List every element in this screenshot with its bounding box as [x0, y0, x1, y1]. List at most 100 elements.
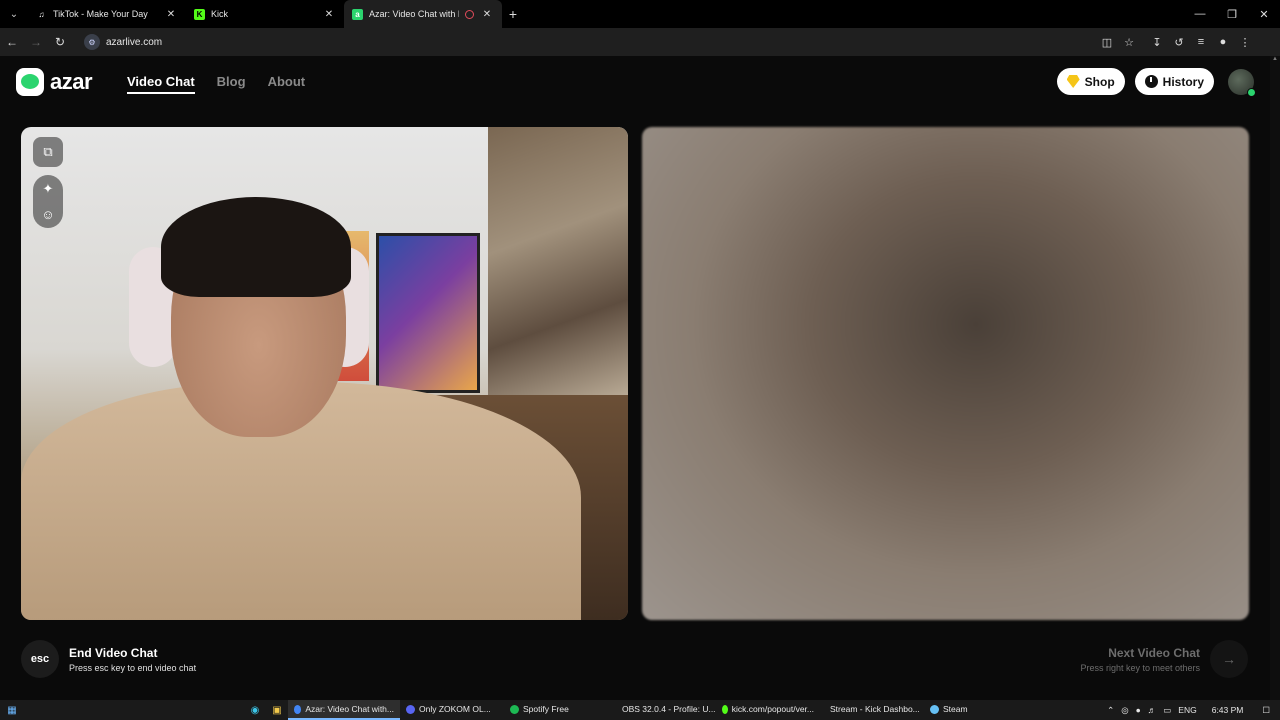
chrome-icon — [294, 704, 302, 714]
main-nav: Video Chat Blog About — [127, 74, 305, 94]
install-app-icon[interactable]: ◫ — [1096, 36, 1118, 49]
clock-icon — [1144, 75, 1158, 88]
avatar[interactable] — [1228, 68, 1256, 97]
site-info-icon[interactable]: ⚙ — [84, 34, 100, 50]
header-actions: Shop History — [1056, 68, 1256, 97]
reload-icon[interactable]: ↻ — [48, 35, 72, 49]
taskbar-app-label: kick.com/popout/ver... — [731, 704, 814, 714]
tray-chevron-icon[interactable]: ⌃ — [1107, 705, 1114, 716]
tab-title: Kick — [211, 9, 229, 19]
tab-tiktok[interactable]: ♫ TikTok - Make Your Day ✕ — [28, 0, 186, 28]
download-icon[interactable]: ↧ — [1146, 36, 1168, 49]
address-bar: ← → ↻ ⚙ azarlive.com ◫ ☆ ↧ ↺ ≡ ● ⋮ — [0, 28, 1280, 56]
taskbar-app-label: Only ZOKOM OL... — [419, 704, 491, 714]
taskbar-app[interactable]: Only ZOKOM OL... — [400, 700, 504, 720]
forward-icon[interactable]: → — [24, 35, 48, 49]
tray-app-icon[interactable]: ◎ — [1121, 705, 1128, 716]
taskbar-app-label: Spotify Free — [523, 704, 569, 714]
taskbar-app[interactable]: Azar: Video Chat with... — [288, 700, 400, 720]
nav-about[interactable]: About — [268, 74, 306, 94]
omnibox[interactable]: ⚙ azarlive.com ◫ ☆ — [80, 31, 1140, 53]
tab-search-icon[interactable]: ⌄ — [0, 0, 28, 28]
windows-start-icon[interactable]: ▦ — [0, 705, 24, 716]
shop-label: Shop — [1084, 74, 1115, 89]
end-chat-title: End Video Chat — [69, 645, 158, 660]
person-hair — [161, 197, 351, 297]
notification-icon[interactable]: ☐ — [1262, 705, 1270, 716]
taskbar-app[interactable]: OBS 32.0.4 - Profile: U... — [612, 700, 716, 720]
edge-icon[interactable]: ◉ — [244, 705, 266, 716]
microphone-icon[interactable]: ● — [1136, 705, 1141, 715]
end-chat-hint: Press esc key to end video chat — [69, 662, 197, 673]
taskbar-app[interactable]: Steam — [924, 700, 1028, 720]
taskbar: ▦ ◉ ▣ Azar: Video Chat with... Only ZOKOM… — [0, 700, 1280, 720]
profile-icon[interactable]: ● — [1212, 36, 1234, 49]
kick-icon: K — [194, 8, 205, 20]
maximize-icon[interactable]: ❐ — [1216, 8, 1248, 21]
window-close-icon[interactable]: ✕ — [1248, 8, 1280, 21]
esc-button[interactable]: esc — [21, 640, 59, 678]
taskbar-app-label: Steam — [943, 704, 968, 714]
history-button[interactable]: History — [1134, 68, 1214, 95]
azar-icon: a — [352, 8, 363, 20]
network-icon[interactable]: ▭ — [1163, 705, 1171, 716]
kick-icon — [722, 704, 728, 714]
taskbar-app[interactable]: Spotify Free — [504, 700, 612, 720]
new-tab-icon[interactable]: + — [502, 6, 524, 22]
speaker-icon[interactable]: ♬ — [1148, 705, 1157, 715]
scroll-up-icon[interactable]: ▲ — [1270, 56, 1280, 62]
minimize-icon[interactable]: — — [1184, 8, 1216, 21]
effects-toolbar: ✦ ☺ — [33, 175, 63, 228]
url-text[interactable]: azarlive.com — [106, 37, 162, 48]
shop-button[interactable]: Shop — [1056, 68, 1125, 95]
next-video-chat[interactable]: Next Video Chat Press right key to meet … — [1080, 640, 1248, 678]
taskbar-app-label: Azar: Video Chat with... — [305, 704, 394, 714]
sticker-face-icon[interactable]: ☺ — [41, 207, 54, 222]
tiktok-icon: ♫ — [38, 9, 45, 19]
gem-icon — [1066, 75, 1080, 88]
history-icon[interactable]: ↺ — [1168, 36, 1190, 49]
taskbar-app-label: Stream - Kick Dashbo... — [830, 704, 920, 714]
arrow-right-icon[interactable]: → — [1210, 640, 1248, 678]
minimize-video-icon[interactable]: ⧉ — [33, 137, 63, 167]
taskbar-app[interactable]: kick.com/popout/ver... — [716, 700, 820, 720]
browser-tab-bar: ⌄ ♫ TikTok - Make Your Day ✕ K Kick ✕ a … — [0, 0, 1280, 28]
azar-logo-icon — [16, 68, 44, 96]
online-status-icon — [1247, 87, 1256, 97]
menu-kebab-icon[interactable]: ⋮ — [1234, 36, 1256, 49]
next-chat-hint: Press right key to meet others — [1080, 662, 1200, 673]
tab-title: Azar: Video Chat with New — [369, 9, 459, 19]
language-indicator[interactable]: ENG — [1178, 705, 1196, 715]
video-tools: ⧉ ✦ ☺ — [33, 137, 63, 228]
back-icon[interactable]: ← — [0, 35, 24, 49]
azar-page: azar Video Chat Blog About Shop History … — [0, 56, 1280, 700]
clock-time[interactable]: 6:43 PM — [1212, 705, 1244, 715]
remote-video — [642, 127, 1249, 620]
close-icon[interactable]: ✕ — [480, 9, 494, 20]
taskbar-app[interactable]: Stream - Kick Dashbo... — [820, 700, 924, 720]
magic-wand-icon[interactable]: ✦ — [43, 181, 54, 197]
close-icon[interactable]: ✕ — [322, 9, 336, 20]
close-icon[interactable]: ✕ — [164, 9, 178, 20]
tab-title: TikTok - Make Your Day — [53, 9, 148, 19]
spotify-icon — [510, 704, 519, 714]
system-tray: ⌃ ◎ ● ♬ ▭ ENG 6:43 PM ☐ — [1107, 705, 1280, 716]
history-label: History — [1162, 74, 1204, 89]
tab-kick[interactable]: K Kick ✕ — [186, 0, 344, 28]
nav-video-chat[interactable]: Video Chat — [127, 74, 195, 94]
file-explorer-icon[interactable]: ▣ — [266, 705, 288, 716]
taskbar-app-label: OBS 32.0.4 - Profile: U... — [622, 704, 716, 714]
local-video: ⧉ ✦ ☺ — [21, 127, 628, 620]
bookmark-star-icon[interactable]: ☆ — [1118, 36, 1140, 49]
end-video-chat[interactable]: esc End Video Chat Press esc key to end … — [21, 640, 196, 678]
azar-logo[interactable]: azar — [16, 68, 93, 96]
next-chat-title: Next Video Chat — [1108, 645, 1200, 660]
wall-painting — [488, 127, 628, 395]
nav-blog[interactable]: Blog — [217, 74, 246, 94]
recording-icon — [465, 9, 474, 19]
tab-azar[interactable]: a Azar: Video Chat with New ✕ — [344, 0, 502, 28]
page-scrollbar[interactable]: ▲ — [1270, 56, 1280, 700]
logo-text: azar — [50, 69, 93, 94]
media-control-icon[interactable]: ≡ — [1190, 36, 1212, 49]
discord-icon — [406, 704, 415, 714]
